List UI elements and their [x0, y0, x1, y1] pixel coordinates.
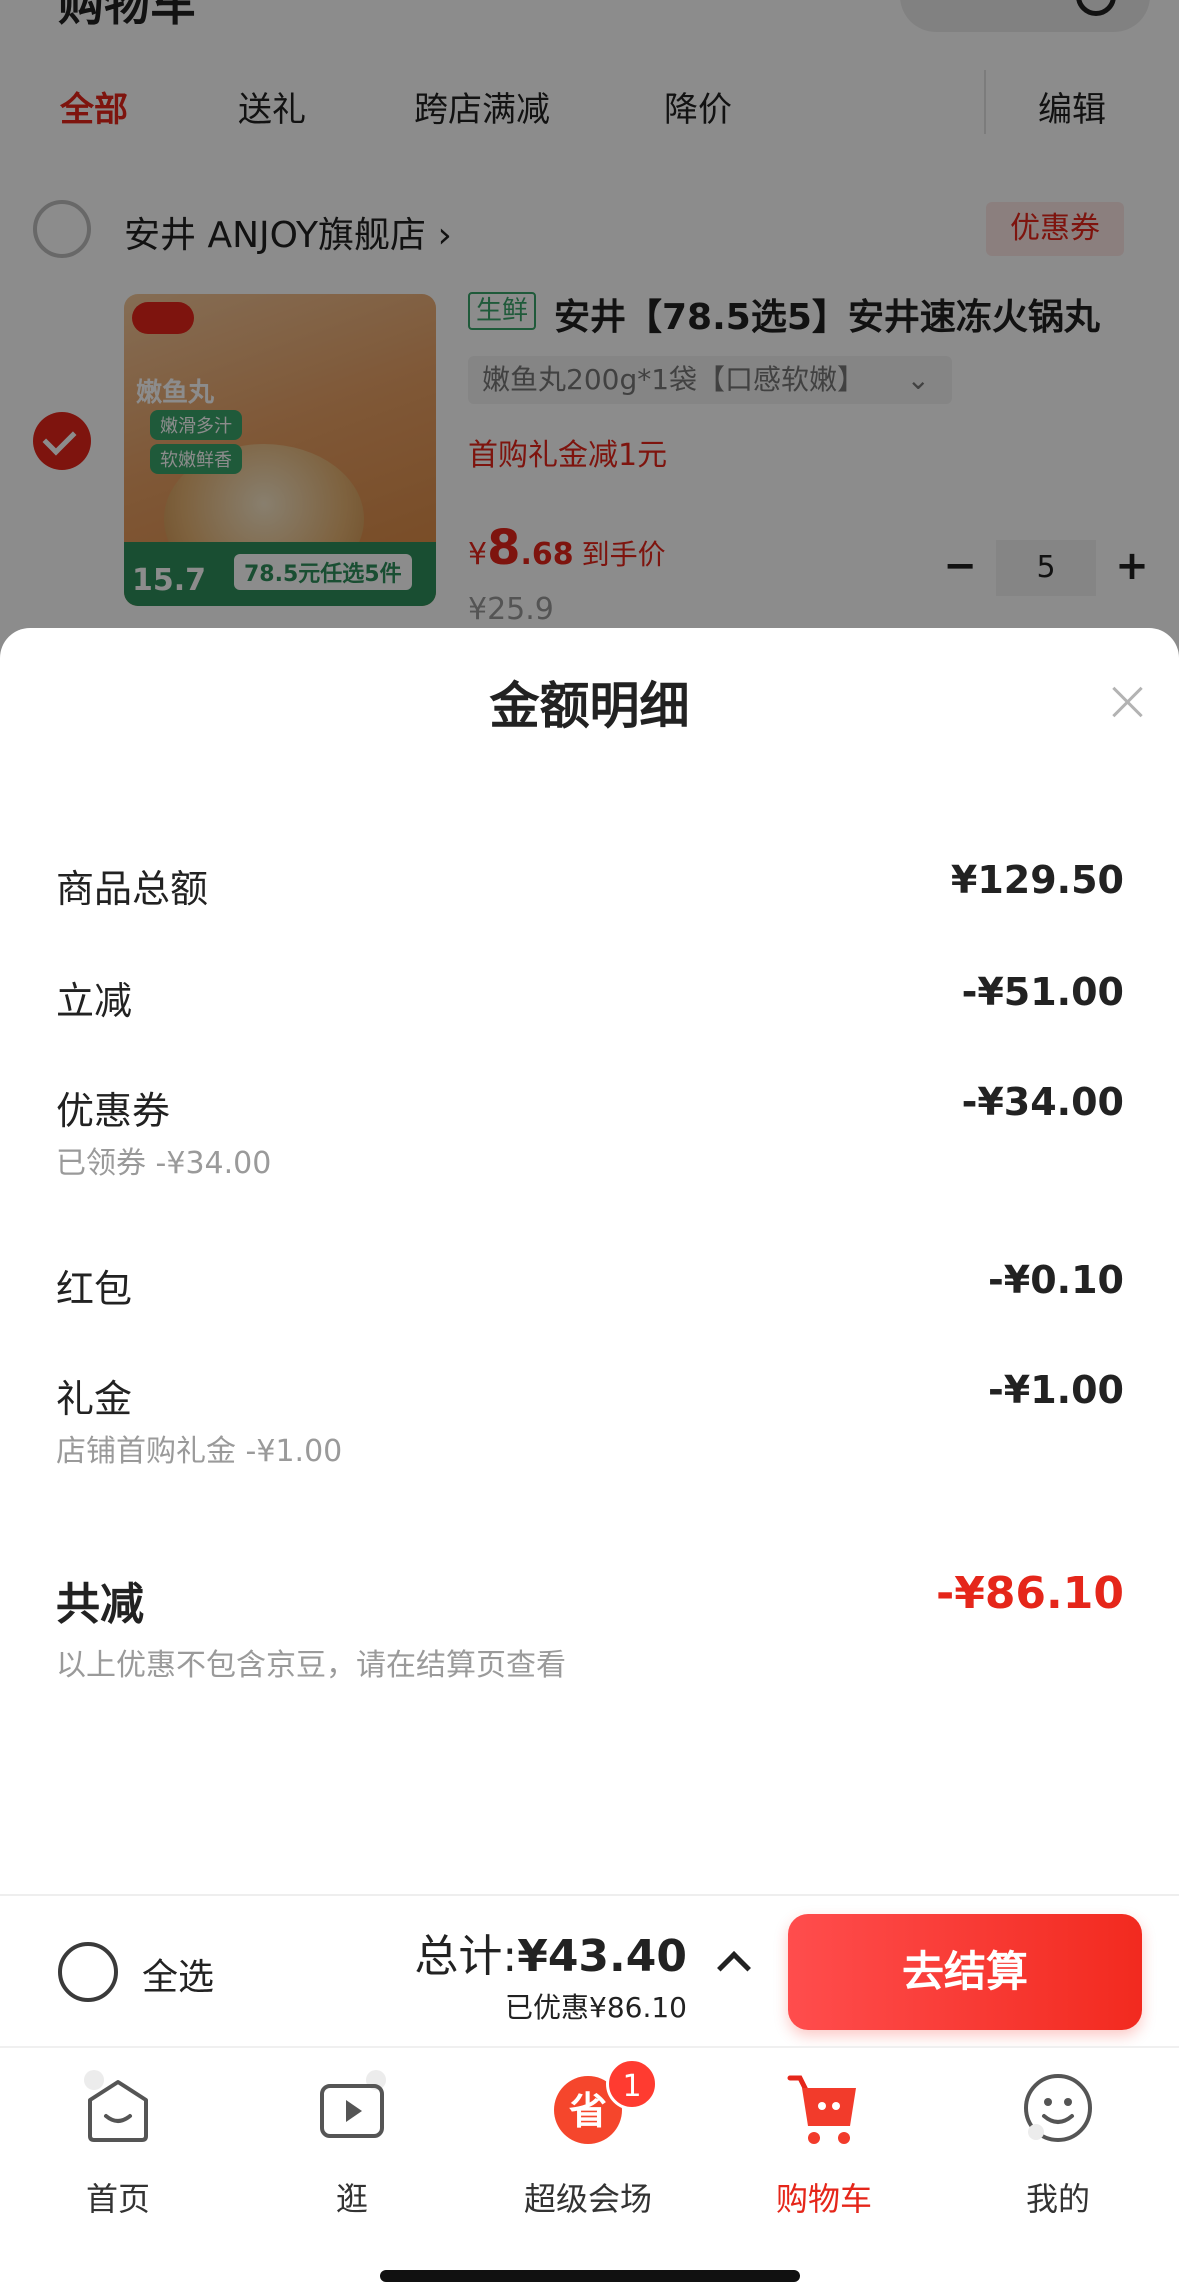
- detail-sub-note: 店铺首购礼金 -¥1.00: [56, 1434, 343, 1469]
- checkout-button[interactable]: 去结算: [788, 1914, 1142, 2030]
- detail-value: -¥34.00: [961, 1080, 1124, 1124]
- nav-label: 购物车: [775, 2180, 872, 2218]
- select-all-radio[interactable]: [58, 1942, 118, 2002]
- saved-amount: 已优惠¥86.10: [505, 1991, 687, 2024]
- select-all-label[interactable]: 全选: [142, 1948, 214, 2000]
- modal-overlay[interactable]: [0, 0, 1179, 700]
- detail-label: 立减: [56, 979, 133, 1023]
- detail-value: -¥51.00: [961, 970, 1124, 1014]
- total-discount-value: -¥86.10: [935, 1568, 1124, 1619]
- total-value: ¥43.40: [517, 1931, 687, 1982]
- nav-item-browse[interactable]: 逛: [252, 2070, 452, 2230]
- detail-sub-note: 已领券 -¥34.00: [56, 1146, 272, 1181]
- detail-label: 优惠券: [56, 1089, 171, 1133]
- close-icon[interactable]: [1106, 680, 1150, 724]
- detail-value: ¥129.50: [950, 858, 1124, 902]
- detail-value: -¥1.00: [988, 1368, 1124, 1412]
- video-icon: [320, 2070, 386, 2138]
- home-indicator: [380, 2270, 800, 2282]
- home-icon: [84, 2070, 148, 2142]
- profile-icon: [1024, 2074, 1092, 2142]
- nav-item-super-venue[interactable]: 省 1 超级会场: [488, 2058, 688, 2230]
- nav-item-cart[interactable]: 购物车: [724, 2070, 924, 2230]
- nav-item-home[interactable]: 首页: [18, 2070, 218, 2230]
- total-amount: 总计:¥43.40: [414, 1920, 687, 1984]
- detail-label: 商品总额: [56, 867, 209, 911]
- total-discount-label: 共减: [56, 1579, 144, 1630]
- nav-label: 我的: [1025, 2180, 1090, 2218]
- svg-text:省: 省: [569, 2089, 607, 2133]
- total-prefix: 总计:: [414, 1931, 518, 1982]
- bottom-navigation: 首页 逛 省 1 超级会场 购物车 我的: [0, 2046, 1179, 2289]
- discount-note: 以上优惠不包含京豆，请在结算页查看: [56, 1648, 566, 1683]
- detail-label: 礼金: [56, 1377, 133, 1421]
- cart-icon: [787, 2075, 856, 2144]
- detail-value: -¥0.10: [988, 1258, 1124, 1302]
- nav-label: 超级会场: [523, 2180, 652, 2218]
- amount-detail-sheet: 金额明细 商品总额 ¥129.50 立减 -¥51.00 优惠券 -¥34.00…: [0, 628, 1179, 1894]
- notification-badge: 1: [606, 2058, 658, 2110]
- checkout-bar: 全选 总计:¥43.40 已优惠¥86.10 去结算: [0, 1894, 1179, 2046]
- nav-label: 逛: [335, 2180, 368, 2218]
- detail-label: 红包: [56, 1267, 133, 1311]
- chevron-up-icon[interactable]: [717, 1951, 751, 1985]
- sheet-title: 金额明细: [489, 677, 690, 735]
- nav-label: 首页: [85, 2180, 150, 2218]
- nav-item-profile[interactable]: 我的: [958, 2070, 1158, 2230]
